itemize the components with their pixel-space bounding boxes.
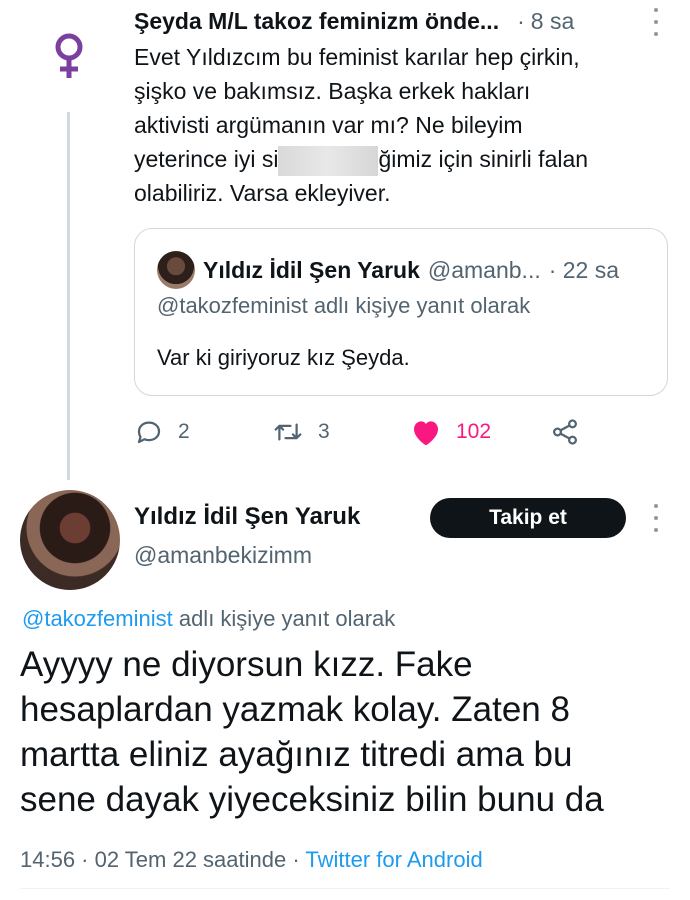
- main-tweet-source[interactable]: Twitter for Android: [305, 847, 482, 872]
- female-symbol-avatar[interactable]: [48, 32, 90, 80]
- tweet1-line: şişko ve bakımsız. Başka erkek hakları: [134, 78, 531, 104]
- female-sign-icon: [55, 33, 83, 78]
- retweet-button[interactable]: 3: [272, 414, 330, 450]
- tweet1-header: Şeyda M/L takoz feminizm önde... · 8 sa: [134, 6, 654, 36]
- reply-context-text: adlı kişiye yanıt olarak: [172, 606, 396, 631]
- main-tweet-line: hesaplardan yazmak kolay. Zaten 8: [20, 690, 570, 729]
- quoted-tweet-header: Yıldız İdil Şen Yaruk @amanb... · 22 sa: [157, 251, 619, 289]
- main-tweet-line: sene dayak yiyeceksiniz bilin bunu da: [20, 780, 604, 819]
- main-author-handle[interactable]: @amanbekizimm: [134, 542, 312, 569]
- main-more-icon[interactable]: [648, 504, 664, 532]
- reply-button[interactable]: 2: [134, 414, 190, 450]
- like-button[interactable]: 102: [410, 414, 491, 450]
- quoted-tweet-text: Var ki giriyoruz kız Şeyda.: [157, 345, 410, 370]
- main-tweet-line: Ayyyy ne diyorsun kızz. Fake: [20, 645, 473, 684]
- tweet1-time[interactable]: 8 sa: [531, 8, 574, 35]
- quoted-author-handle[interactable]: @amanb...: [428, 257, 541, 284]
- tweet1-text: Evet Yıldızcım bu feminist karılar hep ç…: [134, 40, 654, 210]
- quoted-author-name[interactable]: Yıldız İdil Şen Yaruk: [203, 257, 420, 284]
- tweet1-line: yeterince iyi si ğimiz için sinirli falan: [134, 142, 654, 176]
- main-tweet-text: Ayyyy ne diyorsun kızz. Fake hesaplardan…: [20, 642, 680, 822]
- reply-count: 2: [178, 420, 190, 443]
- tweet1-line: Evet Yıldızcım bu feminist karılar hep ç…: [134, 44, 580, 70]
- main-reply-context: @takozfeminist adlı kişiye yanıt olarak: [22, 606, 395, 632]
- reply-icon: [137, 421, 161, 444]
- tweet1-more-icon[interactable]: [648, 8, 664, 36]
- heart-icon: [414, 421, 438, 446]
- divider: [20, 888, 670, 889]
- tweet1-author-name[interactable]: Şeyda M/L takoz feminizm önde...: [134, 8, 499, 35]
- follow-button[interactable]: Takip et: [430, 498, 626, 538]
- tweet1-line-part: ğimiz için sinirli falan: [378, 146, 589, 172]
- quoted-tweet-time: · 22 sa: [548, 256, 620, 283]
- quoted-tweet-card[interactable]: Yıldız İdil Şen Yaruk @amanb... · 22 sa …: [134, 228, 668, 396]
- retweet-count: 3: [318, 420, 330, 443]
- share-icon: [552, 419, 578, 445]
- tweet1-action-bar: 2 3 102: [134, 414, 614, 450]
- tweet1-line: olabiliriz. Varsa ekleyiver.: [134, 180, 391, 206]
- share-button[interactable]: [550, 414, 594, 450]
- tweet1-line-part: yeterince iyi si: [134, 146, 279, 172]
- like-count: 102: [456, 420, 492, 443]
- main-author-avatar[interactable]: [20, 490, 120, 590]
- reply-mention-link[interactable]: @takozfeminist: [22, 606, 173, 631]
- main-author-name[interactable]: Yıldız İdil Şen Yaruk: [134, 503, 360, 531]
- censored-blur: [278, 145, 379, 176]
- tweet1-time-separator: ·: [517, 7, 525, 34]
- tweet1-line: aktivisti argümanın var mı? Ne bileyim: [134, 112, 523, 138]
- main-tweet-meta: 14:56 · 02 Tem 22 saatinde · Twitter for…: [20, 847, 483, 873]
- main-tweet-line: martta eliniz ayağınız titredi ama bu: [20, 735, 573, 774]
- quoted-author-avatar[interactable]: [157, 251, 195, 289]
- quoted-reply-context: @takozfeminist adlı kişiye yanıt olarak: [157, 293, 531, 318]
- thread-connector-line: [67, 112, 70, 480]
- retweet-icon: [274, 423, 302, 441]
- main-tweet-timestamp[interactable]: 14:56 · 02 Tem 22 saatinde ·: [20, 847, 305, 872]
